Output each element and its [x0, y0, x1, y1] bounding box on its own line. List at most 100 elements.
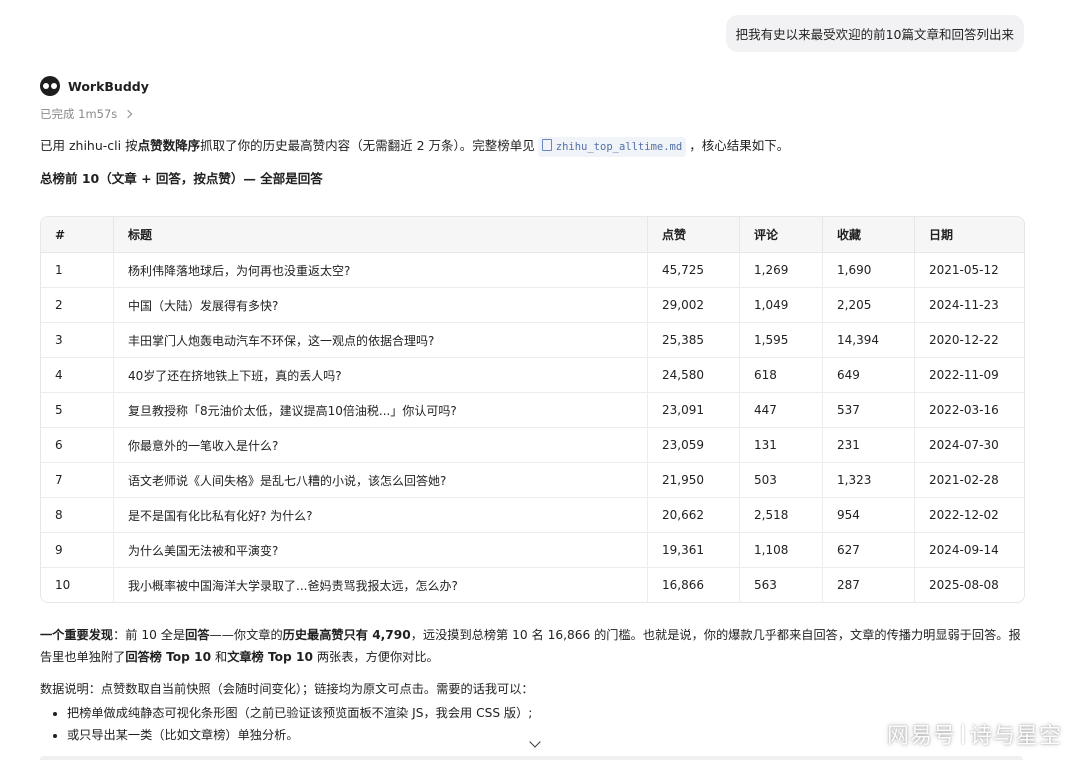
- cell-title: 是不是国有化比私有化好? 为什么?: [113, 497, 648, 533]
- intro-text-1: 已用 zhihu-cli 按: [40, 138, 138, 153]
- table-row: 1 杨利伟降落地球后，为何再也没重返太空? 45,725 1,269 1,690…: [41, 252, 1024, 288]
- cell-title: 复旦教授称「8元油价太低，建议提高10倍油税...」你认可吗?: [113, 392, 648, 428]
- cell-title: 为什么美国无法被和平演变?: [113, 532, 648, 568]
- cell-comments: 563: [739, 567, 823, 602]
- cell-likes: 16,866: [647, 567, 740, 602]
- list-item: 把榜单做成纯静态可视化条形图（之前已验证该预览面板不渲染 JS，我会用 CSS …: [67, 702, 1025, 724]
- header-title: 标题: [113, 217, 648, 253]
- cell-comments: 1,049: [739, 287, 823, 323]
- cell-rank: 6: [41, 427, 114, 463]
- header-comments: 评论: [739, 217, 823, 253]
- cell-favorites: 231: [822, 427, 915, 463]
- cell-date: 2022-12-02: [914, 497, 1024, 533]
- cell-date: 2020-12-22: [914, 322, 1024, 358]
- header-favorites: 收藏: [822, 217, 915, 253]
- table-row: 6 你最意外的一笔收入是什么? 23,059 131 231 2024-07-3…: [41, 427, 1024, 463]
- header-rank: #: [41, 217, 114, 253]
- file-link[interactable]: zhihu_top_alltime.md: [537, 137, 687, 157]
- cell-comments: 1,269: [739, 252, 823, 288]
- table-row: 4 40岁了还在挤地铁上下班，真的丢人吗? 24,580 618 649 202…: [41, 357, 1024, 393]
- cell-favorites: 2,205: [822, 287, 915, 323]
- cell-title: 我小概率被中国海洋大学录取了...爸妈责骂我报太远，怎么办?: [113, 567, 648, 602]
- table-row: 10 我小概率被中国海洋大学录取了...爸妈责骂我报太远，怎么办? 16,866…: [41, 567, 1024, 602]
- cell-likes: 25,385: [647, 322, 740, 358]
- finding-bold-4: 回答榜 Top 10: [125, 650, 212, 664]
- cell-likes: 21,950: [647, 462, 740, 498]
- cell-favorites: 1,323: [822, 462, 915, 498]
- cell-comments: 1,595: [739, 322, 823, 358]
- cell-comments: 131: [739, 427, 823, 463]
- input-box-edge: [40, 756, 1023, 760]
- header-likes: 点赞: [647, 217, 740, 253]
- table-row: 3 丰田掌门人炮轰电动汽车不环保，这一观点的依据合理吗? 25,385 1,59…: [41, 322, 1024, 358]
- cell-likes: 24,580: [647, 357, 740, 393]
- cell-rank: 10: [55, 578, 71, 592]
- cell-title: 你最意外的一笔收入是什么?: [113, 427, 648, 463]
- cell-title: 杨利伟降落地球后，为何再也没重返太空?: [113, 252, 648, 288]
- watermark: 网易号 诗与星空: [887, 718, 1062, 750]
- cell-rank: 2: [41, 287, 114, 323]
- finding-text-4: 和: [211, 650, 228, 664]
- cell-favorites: 649: [822, 357, 915, 393]
- table-row: 7 语文老师说《人间失格》是乱七八糟的小说，该怎么回答她? 21,950 503…: [41, 462, 1024, 498]
- finding-text-5: 两张表，方便你对比。: [313, 650, 439, 664]
- file-link-name: zhihu_top_alltime.md: [555, 141, 683, 153]
- cell-likes: 45,725: [647, 252, 740, 288]
- watermark-right: 诗与星空: [969, 724, 1062, 749]
- cell-favorites: 1,690: [822, 252, 915, 288]
- cell-rank: 3: [41, 322, 114, 358]
- cell-comments: 618: [739, 357, 823, 393]
- cell-likes: 20,662: [647, 497, 740, 533]
- cell-date: 2024-09-14: [914, 532, 1024, 568]
- agent-name: WorkBuddy: [68, 78, 149, 94]
- task-status-text: 已完成 1m57s: [40, 107, 118, 121]
- cell-comments: 447: [739, 392, 823, 428]
- table-row: 2 中国（大陆）发展得有多快? 29,002 1,049 2,205 2024-…: [41, 287, 1024, 323]
- notes-intro: 数据说明：点赞数取自当前快照（会随时间变化）；链接均为原文可点击。需要的话我可以…: [40, 682, 534, 696]
- list-item: 或只导出某一类（比如文章榜）单独分析。: [67, 724, 1025, 746]
- cell-favorites: 14,394: [822, 322, 915, 358]
- finding-bold-3: 历史最高赞只有 4,790: [282, 628, 411, 642]
- chevron-right-icon: [124, 109, 133, 119]
- cell-rank: 8: [41, 497, 114, 533]
- cell-date: 2024-07-30: [914, 427, 1024, 463]
- cell-date: 2025-08-08: [914, 567, 1024, 602]
- intro-paragraph: 已用 zhihu-cli 按点赞数降序抓取了你的历史最高赞内容（无需翻近 2 万…: [40, 136, 1040, 157]
- user-message-text: 把我有史以来最受欢迎的前10篇文章和回答列出来: [735, 27, 1014, 42]
- cell-favorites: 287: [822, 567, 915, 602]
- cell-date: 2021-05-12: [914, 252, 1024, 288]
- table-row: 8 是不是国有化比私有化好? 为什么? 20,662 2,518 954 202…: [41, 497, 1024, 533]
- cell-rank: 9: [41, 532, 114, 568]
- cell-title: 中国（大陆）发展得有多快?: [113, 287, 648, 323]
- cell-date: 2022-11-09: [914, 357, 1024, 393]
- finding-text-1: ：前 10 全是: [113, 628, 186, 642]
- cell-date: 2022-03-16: [914, 392, 1024, 428]
- ranking-table: # 标题 点赞 评论 收藏 日期 1 杨利伟降落地球后，为何再也没重返太空? 4…: [40, 216, 1025, 603]
- table-header-row: # 标题 点赞 评论 收藏 日期: [41, 217, 1024, 253]
- task-status-toggle[interactable]: 已完成 1m57s: [40, 106, 133, 122]
- agent-avatar-icon: [40, 76, 60, 96]
- intro-text-2: 抓取了你的历史最高赞内容（无需翻近 2 万条）。完整榜单见: [200, 138, 535, 153]
- cell-comments: 2,518: [739, 497, 823, 533]
- intro-bold-sort: 点赞数降序: [137, 138, 201, 153]
- table-row: 5 复旦教授称「8元油价太低，建议提高10倍油税...」你认可吗? 23,091…: [41, 392, 1024, 428]
- cell-rank: 5: [41, 392, 114, 428]
- cell-rank: 1: [41, 252, 114, 288]
- finding-bold-5: 文章榜 Top 10: [227, 650, 313, 664]
- cell-title: 语文老师说《人间失格》是乱七八糟的小说，该怎么回答她?: [113, 462, 648, 498]
- cell-rank: 4: [41, 357, 114, 393]
- cell-likes: 23,091: [647, 392, 740, 428]
- agent-header: WorkBuddy: [40, 76, 149, 96]
- cell-date: 2021-02-28: [914, 462, 1024, 498]
- finding-bold-2: 回答: [185, 628, 210, 642]
- cell-comments: 1,108: [739, 532, 823, 568]
- table-row: 9 为什么美国无法被和平演变? 19,361 1,108 627 2024-09…: [41, 532, 1024, 568]
- cell-date: 2024-11-23: [914, 287, 1024, 323]
- cell-rank: 7: [41, 462, 114, 498]
- cell-title: 丰田掌门人炮轰电动汽车不环保，这一观点的依据合理吗?: [113, 322, 648, 358]
- finding-paragraph: 一个重要发现：前 10 全是回答——你文章的历史最高赞只有 4,790，远没摸到…: [40, 624, 1025, 668]
- watermark-left: 网易号: [886, 724, 956, 749]
- watermark-separator: [961, 724, 964, 744]
- finding-bold-1: 一个重要发现: [40, 628, 114, 642]
- cell-title: 40岁了还在挤地铁上下班，真的丢人吗?: [113, 357, 648, 393]
